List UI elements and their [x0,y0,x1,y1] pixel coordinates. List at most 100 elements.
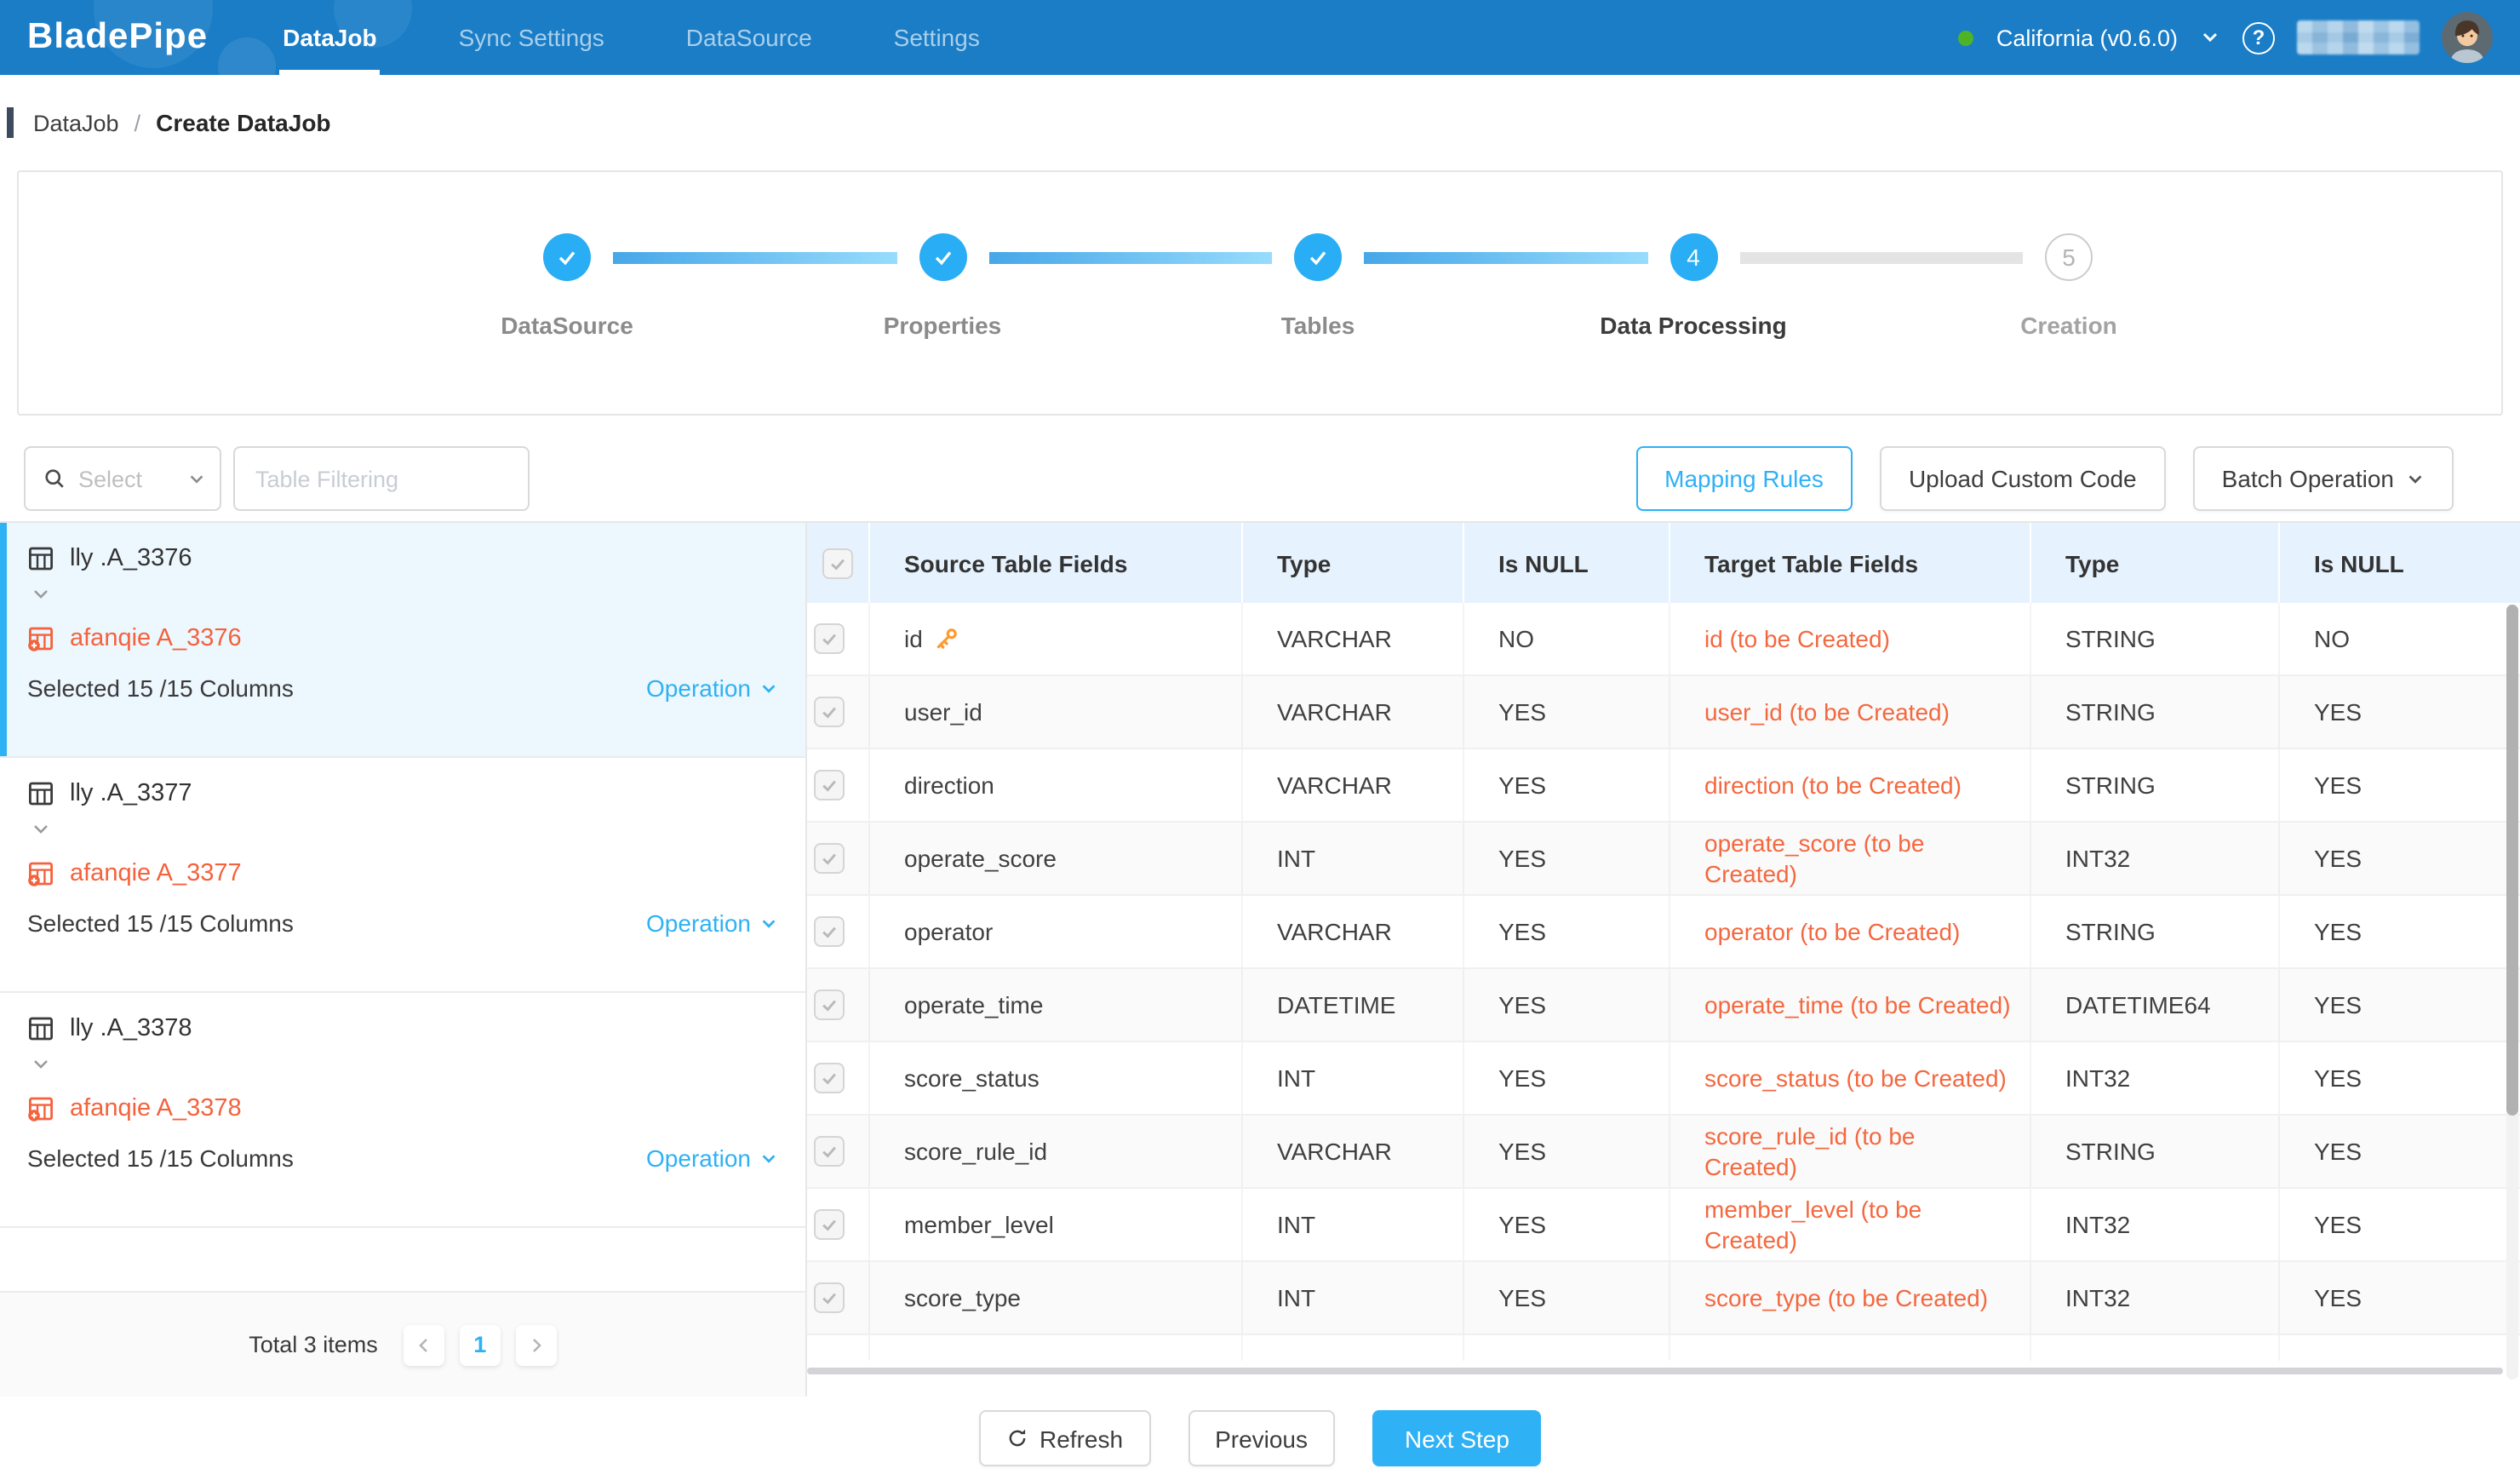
nav-right-cluster: California (v0.6.0) ? [1959,12,2493,63]
target-field-name[interactable]: score_rule_id (to be Created) [1670,1116,2031,1187]
operation-label: Operation [646,1144,751,1172]
table-list-sidebar: lly .A_3376 afanqie A_3376 Selected 15 /… [0,523,807,1397]
row-checkbox[interactable] [807,1042,870,1114]
breadcrumb: DataJob / Create DataJob [0,75,2520,170]
table-pair-item[interactable]: lly .A_3376 afanqie A_3376 Selected 15 /… [0,523,805,758]
table-row: user_id VARCHAR YES user_id (to be Creat… [807,676,2520,749]
target-field-name[interactable]: id (to be Created) [1670,603,2031,674]
mapping-rules-button[interactable]: Mapping Rules [1635,446,1853,511]
refresh-label: Refresh [1040,1425,1123,1452]
target-type: INT32 [2031,1042,2280,1114]
target-field-name[interactable]: operator (to be Created) [1670,896,2031,967]
source-type: INT [1243,1262,1464,1334]
table-filter-input[interactable] [233,446,530,511]
step-circle-properties [919,233,966,281]
header-checkbox[interactable] [807,523,870,603]
row-checkbox[interactable] [807,969,870,1041]
source-field-name: score_type [870,1262,1243,1334]
app-root: BladePipe DataJob Sync Settings DataSour… [0,0,2520,1480]
avatar[interactable] [2442,12,2493,63]
row-checkbox[interactable] [807,823,870,894]
table-row: operator VARCHAR YES operator (to be Cre… [807,896,2520,969]
target-isnull: YES [2280,823,2520,894]
source-field-name: score_rule_id [870,1116,1243,1187]
top-navigation-bar: BladePipe DataJob Sync Settings DataSour… [0,0,2520,75]
nav-tab-datajob[interactable]: DataJob [279,0,380,75]
nav-tab-datasource[interactable]: DataSource [683,0,816,75]
step-circle-datasource [543,233,591,281]
chevron-down-icon [2406,469,2425,488]
next-step-button[interactable]: Next Step [1372,1410,1542,1466]
table-pair-item[interactable]: lly .A_3378 afanqie A_3378 Selected 15 /… [0,993,805,1228]
pagination-next-button[interactable] [516,1324,557,1365]
batch-operation-label: Batch Operation [2222,465,2394,492]
main-content: lly .A_3376 afanqie A_3376 Selected 15 /… [0,521,2520,1397]
column-header-source-field: Source Table Fields [870,523,1243,603]
source-isnull: YES [1464,1262,1670,1334]
target-type: INT32 [2031,1189,2280,1260]
column-header-target-field: Target Table Fields [1670,523,2031,603]
target-isnull: YES [2280,676,2520,748]
row-checkbox[interactable] [807,1262,870,1334]
source-type: INT [1243,1189,1464,1260]
select-dropdown[interactable]: Select [24,446,221,511]
step-label-creation: Creation [2020,312,2117,339]
target-type: STRING [2031,676,2280,748]
target-field-name[interactable]: operate_time (to be Created) [1670,969,2031,1041]
column-header-target-isnull: Is NULL [2280,523,2520,603]
target-field-name[interactable]: user_id (to be Created) [1670,676,2031,748]
target-field-name[interactable]: member_level (to be Created) [1670,1189,2031,1260]
table-pair-item[interactable]: lly .A_3377 afanqie A_3377 Selected 15 /… [0,758,805,993]
nav-tab-settings[interactable]: Settings [891,0,983,75]
refresh-button[interactable]: Refresh [978,1410,1150,1466]
source-isnull: NO [1464,603,1670,674]
pagination-page-1[interactable]: 1 [460,1324,501,1365]
selected-columns-text: Selected 15 /15 Columns [27,674,294,702]
source-field-name: operate_time [870,969,1243,1041]
target-type: INT32 [2031,1262,2280,1334]
batch-operation-button[interactable]: Batch Operation [2193,446,2454,511]
target-field-name[interactable]: score_status (to be Created) [1670,1042,2031,1114]
table-row: score_status INT YES score_status (to be… [807,1042,2520,1116]
previous-button[interactable]: Previous [1188,1410,1335,1466]
upload-custom-code-button[interactable]: Upload Custom Code [1880,446,2166,511]
target-field-name[interactable]: direction (to be Created) [1670,749,2031,821]
nav-tabs: DataJob Sync Settings DataSource Setting… [279,0,983,75]
operation-dropdown[interactable]: Operation [646,909,778,937]
row-checkbox[interactable] [807,749,870,821]
pagination-prev-button[interactable] [404,1324,444,1365]
row-checkbox[interactable] [807,676,870,748]
primary-key-icon [933,626,959,651]
table-vertical-scrollbar[interactable] [2506,605,2518,1380]
operation-dropdown[interactable]: Operation [646,674,778,702]
breadcrumb-current: Create DataJob [156,109,330,136]
step-label-data-processing: Data Processing [1600,312,1786,339]
source-type: VARCHAR [1243,749,1464,821]
row-checkbox[interactable] [807,1189,870,1260]
step-label-datasource: DataSource [501,312,633,339]
scrollbar-thumb[interactable] [2506,605,2518,1116]
row-checkbox[interactable] [807,896,870,967]
target-isnull: YES [2280,1262,2520,1334]
source-isnull: YES [1464,823,1670,894]
operation-label: Operation [646,909,751,937]
help-icon[interactable]: ? [2242,21,2275,54]
table-header-row: Source Table Fields Type Is NULL Target … [807,523,2520,603]
breadcrumb-accent-bar [7,107,13,138]
table-horizontal-scrollbar[interactable] [807,1368,2503,1374]
target-field-name[interactable]: score_type (to be Created) [1670,1262,2031,1334]
source-type: DATETIME [1243,969,1464,1041]
chevron-down-icon[interactable] [2200,27,2220,48]
environment-selector[interactable]: California (v0.6.0) [1996,25,2178,50]
chevron-down-icon [759,914,778,932]
table-icon [27,545,54,572]
source-field-name: id [904,623,923,654]
row-checkbox[interactable] [807,603,870,674]
target-field-name[interactable]: operate_score (to be Created) [1670,823,2031,894]
nav-tab-sync-settings[interactable]: Sync Settings [455,0,608,75]
operation-dropdown[interactable]: Operation [646,1144,778,1172]
breadcrumb-parent[interactable]: DataJob [33,110,119,135]
row-checkbox[interactable] [807,1116,870,1187]
source-type: VARCHAR [1243,896,1464,967]
selected-columns-text: Selected 15 /15 Columns [27,909,294,937]
